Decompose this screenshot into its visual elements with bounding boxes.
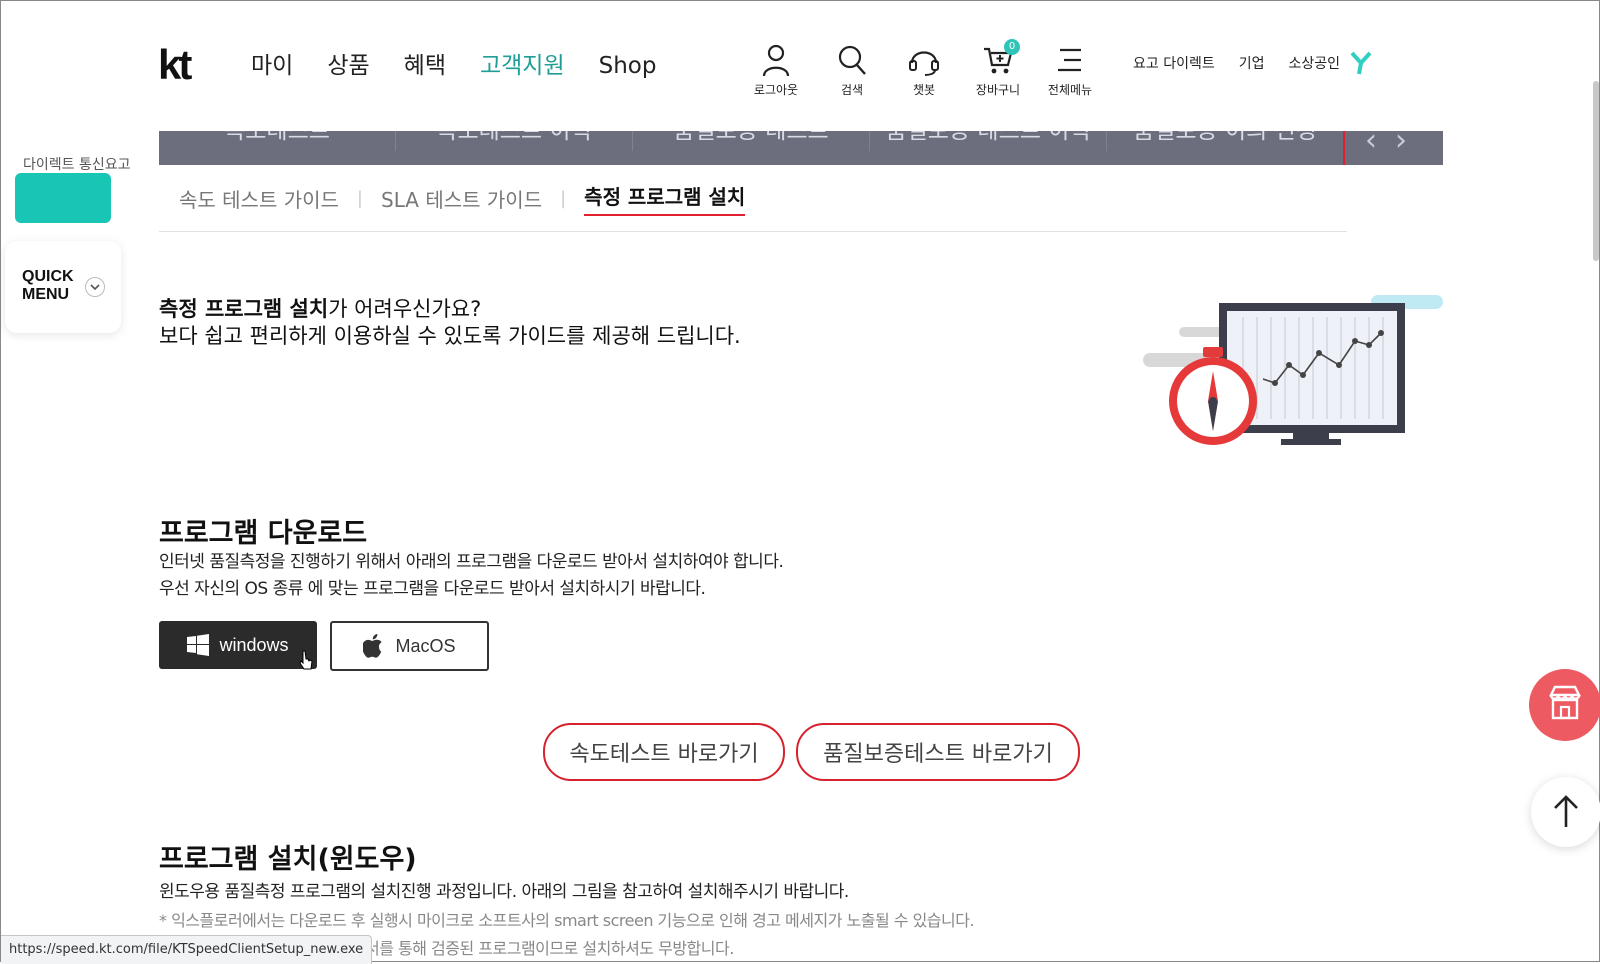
intro-text: 측정 프로그램 설치가 어려우신가요? 보다 쉽고 편리하게 이용하실 수 있도… — [159, 296, 741, 350]
intro-line1: 가 어려우신가요? — [328, 297, 482, 321]
page-scrollbar[interactable] — [1593, 81, 1599, 261]
hamburger-icon — [1058, 48, 1081, 72]
speed-monitor-illustration — [1143, 295, 1443, 445]
speed-test-link-button[interactable]: 속도테스트 바로가기 — [543, 723, 785, 781]
all-menu-label: 전체메뉴 — [1047, 83, 1093, 97]
cart-label: 장바구니 — [975, 83, 1021, 97]
main-nav: 마이 상품 혜택 고객지원 Shop — [251, 49, 656, 83]
nav-benefits[interactable]: 혜택 — [404, 49, 446, 83]
nav-products[interactable]: 상품 — [327, 49, 369, 83]
tab-speed-test[interactable]: 속도테스트 — [159, 131, 396, 151]
nav-support[interactable]: 고객지원 — [480, 49, 565, 83]
yogo-promo-banner[interactable] — [15, 173, 111, 223]
service-tab-bar: 속도테스트 속도테스트 이력 품질보증 테스트 품질보증 테스트 이력 품질보증… — [159, 131, 1443, 165]
install-note: * 익스플로러에서는 다운로드 후 실행시 마이크로 소프트사의 smart s… — [159, 911, 975, 930]
logout-button[interactable]: 로그아웃 — [741, 43, 811, 98]
download-desc: 인터넷 품질측정을 진행하기 위해서 아래의 프로그램을 다운로드 받아서 설치… — [159, 552, 784, 599]
divider — [159, 231, 1347, 232]
headset-icon — [909, 51, 939, 76]
install-desc: 윈도우용 품질측정 프로그램의 설치진행 과정입니다. 아래의 그림을 참고하여… — [159, 882, 849, 902]
subtab-separator: | — [560, 188, 567, 209]
logout-label: 로그아웃 — [753, 83, 799, 97]
y-brand-icon[interactable] — [1350, 51, 1372, 75]
all-menu-button[interactable]: 전체메뉴 — [1035, 43, 1105, 98]
tab-quality-test[interactable]: 품질보증 테스트 — [633, 131, 870, 151]
scroll-top-button[interactable] — [1531, 777, 1600, 847]
kt-logo[interactable]: kt — [158, 44, 192, 86]
windows-download-button[interactable]: windows — [159, 621, 317, 669]
subtab-sla-guide[interactable]: SLA 테스트 가이드 — [381, 184, 542, 213]
tab-speed-history[interactable]: 속도테스트 이력 — [396, 131, 633, 151]
nav-shop[interactable]: Shop — [599, 49, 657, 83]
link-small-business[interactable]: 소상공인 — [1289, 53, 1341, 73]
store-fab-button[interactable] — [1529, 669, 1600, 741]
link-yogo-direct[interactable]: 요고 다이렉트 — [1133, 53, 1215, 73]
top-links: 요고 다이렉트 기업 소상공인 — [1133, 51, 1372, 75]
macos-label: MacOS — [395, 635, 456, 656]
intro-bold: 측정 프로그램 설치 — [159, 297, 329, 321]
nav-my[interactable]: 마이 — [251, 49, 293, 83]
chevron-left-icon[interactable]: ‹ — [1365, 131, 1395, 158]
tab-quality-history[interactable]: 품질보증 테스트 이력 — [870, 131, 1107, 151]
link-status-url: https://speed.kt.com/file/KTSpeedClientS… — [1, 935, 373, 964]
search-icon — [838, 45, 866, 75]
guide-tabs: 속도 테스트 가이드 | SLA 테스트 가이드 | 측정 프로그램 설치 — [179, 181, 746, 216]
windows-label: windows — [219, 634, 289, 655]
install-title: 프로그램 설치(윈도우) — [159, 844, 417, 875]
windows-icon — [187, 634, 210, 656]
macos-download-button[interactable]: MacOS — [330, 621, 489, 671]
chatbot-label: 챗봇 — [912, 83, 936, 97]
cursor-icon — [299, 650, 313, 670]
quality-test-link-button[interactable]: 품질보증테스트 바로가기 — [796, 723, 1080, 781]
subtab-install[interactable]: 측정 프로그램 설치 — [584, 181, 746, 216]
quick-menu[interactable]: QUICK MENU — [5, 241, 121, 333]
tab-bar-divider — [1343, 131, 1345, 165]
chevron-right-icon[interactable]: › — [1395, 131, 1425, 158]
link-business[interactable]: 기업 — [1239, 53, 1265, 73]
tab-arrows[interactable]: ‹› — [1365, 131, 1425, 158]
store-icon — [1549, 685, 1581, 720]
chatbot-button[interactable]: 챗봇 — [889, 43, 959, 98]
quick-menu-label: QUICK MENU — [22, 268, 74, 303]
search-button[interactable]: 검색 — [817, 43, 887, 98]
subtab-separator: | — [356, 188, 363, 209]
chevron-down-icon[interactable] — [85, 277, 105, 297]
intro-line2: 보다 쉽고 편리하게 이용하실 수 있도록 가이드를 제공해 드립니다. — [159, 324, 741, 348]
tab-quality-appeal[interactable]: 품질보증 이의 신청 — [1107, 131, 1344, 151]
yogo-promo-text: 다이렉트 통신요고 — [23, 157, 131, 173]
subtab-speed-guide[interactable]: 속도 테스트 가이드 — [179, 184, 339, 213]
arrow-up-icon — [1554, 795, 1578, 827]
apple-icon — [363, 634, 383, 658]
install-note-2: 서를 통해 검증된 프로그램이므로 설치하셔도 무방합니다. — [365, 939, 734, 958]
cart-button[interactable]: 0 장바구니 — [963, 39, 1033, 98]
search-label: 검색 — [840, 83, 864, 97]
download-title: 프로그램 다운로드 — [159, 518, 368, 549]
user-icon — [762, 44, 790, 77]
cart-count-badge: 0 — [1004, 39, 1020, 55]
